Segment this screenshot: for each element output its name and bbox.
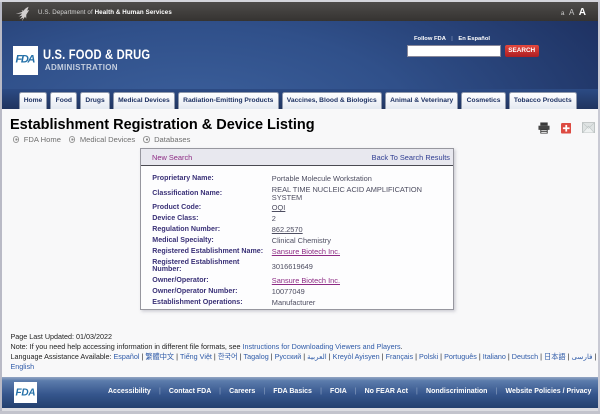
svg-text:FDA: FDA bbox=[16, 388, 36, 399]
svg-text:FDA: FDA bbox=[15, 54, 35, 66]
